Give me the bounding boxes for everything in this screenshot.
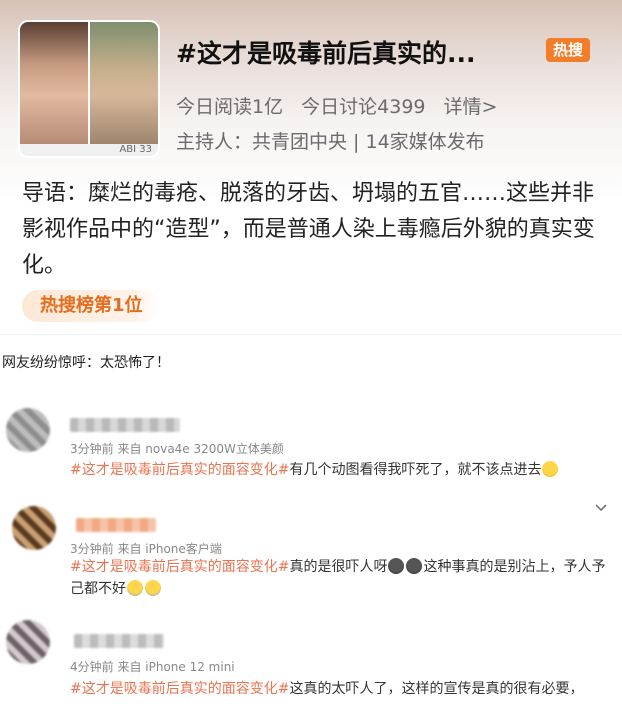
avatar[interactable] bbox=[6, 408, 50, 452]
topic-tag-link[interactable]: #这才是吸毒前后真实的面容变化# bbox=[70, 462, 289, 478]
avatar[interactable] bbox=[12, 506, 56, 550]
username-blurred[interactable] bbox=[76, 518, 156, 532]
discussions-count: 今日讨论4399 bbox=[301, 96, 426, 118]
topic-tag-link[interactable]: #这才是吸毒前后真实的面容变化# bbox=[70, 681, 289, 697]
scared-face-emoji-icon bbox=[388, 558, 405, 574]
before-photo bbox=[20, 22, 88, 144]
thumbnail-watermark: ABI 33 bbox=[119, 144, 152, 155]
comment-body: 这种事真的是别沾上，予人予 bbox=[423, 559, 606, 575]
comment-meta: 3分钟前 来自 nova4e 3200W立体美颜 bbox=[70, 442, 284, 456]
hot-rank-pill[interactable]: 热搜榜第1位 bbox=[22, 290, 161, 322]
comment-text: #这才是吸毒前后真实的面容变化#有几个动图看得我吓死了，就不该点进去 bbox=[70, 459, 610, 481]
topic-tag-link[interactable]: #这才是吸毒前后真实的面容变化# bbox=[70, 559, 289, 575]
comment-text: #这才是吸毒前后真实的面容变化#这真的太吓人了，这样的宣传是真的很有必要， bbox=[70, 678, 620, 700]
comment-meta: 3分钟前 来自 iPhone客户端 bbox=[70, 542, 222, 556]
scared-face-emoji-icon bbox=[406, 558, 423, 574]
divider bbox=[0, 334, 622, 335]
topic-stats: 今日阅读1亿 今日讨论4399 详情> bbox=[176, 92, 509, 119]
comment-body: 这真的太吓人了，这样的宣传是真的很有必要， bbox=[289, 681, 584, 697]
username-blurred[interactable] bbox=[70, 418, 180, 432]
topic-host: 主持人：共青团中央 | 14家媒体发布 bbox=[176, 131, 485, 153]
comment-meta: 4分钟前 来自 iPhone 12 mini bbox=[70, 660, 235, 674]
details-link[interactable]: 详情> bbox=[444, 96, 498, 118]
username-blurred[interactable] bbox=[74, 634, 164, 648]
topic-intro: 导语：糜烂的毒疮、脱落的牙齿、坍塌的五官……这些并非影视作品中的“造型”，而是普… bbox=[22, 181, 595, 278]
comment-body: 有几个动图看得我吓死了，就不该点进去 bbox=[289, 462, 542, 478]
after-photo bbox=[90, 22, 158, 144]
comment-body: 真的是很吓人呀 bbox=[289, 559, 388, 575]
comment-text: #这才是吸毒前后真实的面容变化#真的是很吓人呀 这种事真的是别沾上，予人予己都不好 bbox=[70, 556, 610, 600]
topic-thumbnail[interactable]: ABI 33 bbox=[20, 22, 158, 156]
subheading: 网友纷纷惊呼：太恐怖了！ bbox=[2, 355, 170, 371]
reads-count: 今日阅读1亿 bbox=[176, 96, 284, 118]
hot-badge: 热搜 bbox=[546, 38, 590, 62]
comment-body: 己都不好 bbox=[70, 581, 126, 597]
topic-title[interactable]: #这才是吸毒前后真实的... bbox=[176, 34, 475, 70]
laugh-cry-emoji-icon bbox=[542, 461, 559, 477]
chevron-down-icon[interactable] bbox=[594, 500, 608, 514]
avatar[interactable] bbox=[6, 620, 50, 664]
crying-emoji-icon bbox=[127, 580, 143, 596]
crying-emoji-icon bbox=[145, 580, 161, 596]
topic-card[interactable]: ABI 33 #这才是吸毒前后真实的... 热搜 今日阅读1亿 今日讨论4399… bbox=[0, 0, 622, 332]
